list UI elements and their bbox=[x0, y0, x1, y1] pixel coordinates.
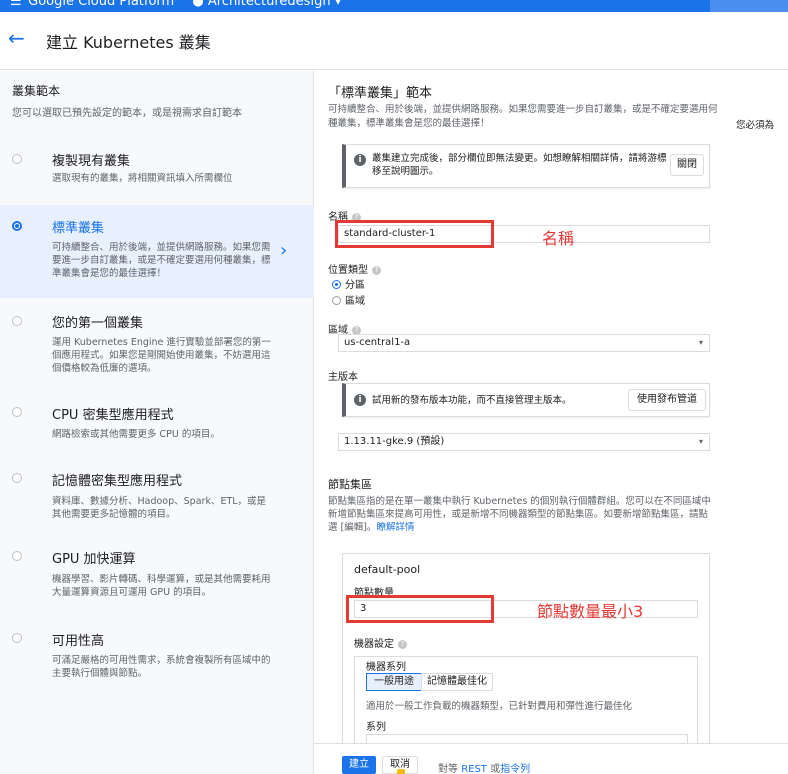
template-title: 您的第一個叢集 bbox=[52, 316, 144, 331]
chevron-right-icon[interactable]: › bbox=[280, 240, 287, 261]
node-pools-title: 節點集區 bbox=[328, 478, 372, 491]
command-line-link[interactable]: 指令列 bbox=[500, 764, 530, 774]
radio-button[interactable] bbox=[12, 551, 22, 561]
arrow-left-icon[interactable]: ← bbox=[8, 28, 25, 48]
notice-text: 叢集建立完成後，部分欄位即無法變更。如想瞭解相關詳情，請將游標移至說明圖示。 bbox=[372, 153, 667, 177]
form-description: 可持續整合、用於後端，並提供網路服務。如果您需要進一步自訂叢集，或是不確定要選用… bbox=[328, 104, 718, 129]
series-label: 系列 bbox=[366, 722, 386, 733]
close-notice-button[interactable]: 關閉 bbox=[670, 154, 704, 176]
top-app-bar: ☰ Google Cloud Platform ● Architecturede… bbox=[0, 0, 788, 12]
machine-config-label: 機器設定? bbox=[354, 635, 407, 650]
family-memory-optimized-tab[interactable]: 記憶體最佳化 bbox=[421, 673, 493, 691]
node-pools-description: 節點集區指的是在單一叢集中執行 Kubernetes 的個別執行個體群組。您可以… bbox=[328, 495, 714, 534]
family-general-purpose-tab[interactable]: 一般用途 bbox=[366, 673, 422, 691]
template-desc: 資料庫、數據分析、Hadoop、Spark、ETL，或是其他需要更多記憶體的項目… bbox=[52, 496, 267, 520]
template-first-cluster[interactable]: 您的第一個叢集 運用 Kubernetes Engine 進行實驗並部署您的第一… bbox=[0, 298, 314, 390]
template-desc: 網路檢索或其他需要更多 CPU 的項目。 bbox=[52, 429, 220, 440]
or-label: 或 bbox=[490, 764, 501, 774]
template-standard-cluster[interactable]: 標準叢集 可持續整合、用於後端，並提供網路服務。如果您需要進一步自訂叢集，或是不… bbox=[0, 205, 314, 298]
template-desc: 運用 Kubernetes Engine 進行實驗並部署您的第一個應用程式。如果… bbox=[52, 337, 271, 374]
rest-link[interactable]: REST bbox=[461, 764, 487, 774]
template-clone-cluster[interactable]: 複製現有叢集 選取現有的叢集，將相關資訊填入所需欄位 bbox=[0, 139, 314, 205]
template-gpu-accelerated[interactable]: GPU 加快運算 機器學習、影片轉碼、科學運算，或是其他需要耗用大量運算資源且可… bbox=[0, 536, 314, 620]
template-desc: 選取現有的叢集，將相關資訊填入所需欄位 bbox=[52, 173, 233, 184]
form-title: 「標準叢集」範本 bbox=[328, 86, 433, 101]
hamburger-menu-icon[interactable]: ☰ bbox=[10, 0, 24, 9]
template-desc: 可滿足嚴格的可用性需求，系統會複製所有區域中的主要執行個體與節點。 bbox=[52, 655, 271, 679]
template-desc: 機器學習、影片轉碼、科學運算，或是其他需要耗用大量運算資源且可運用 GPU 的項… bbox=[52, 574, 271, 598]
option-label: 區域 bbox=[345, 296, 365, 307]
zone-value: us-central1-a bbox=[344, 337, 411, 348]
radio-button-selected[interactable] bbox=[12, 221, 22, 231]
notice-text: 試用新的發布版本功能，而不直接管理主版本。 bbox=[372, 395, 572, 406]
side-panel-text: 您必須為 bbox=[736, 120, 775, 131]
help-icon[interactable]: ? bbox=[372, 266, 381, 275]
template-memory-intensive[interactable]: 記憶體密集型應用程式 資料庫、數據分析、Hadoop、Spark、ETL，或是其… bbox=[0, 460, 314, 536]
sidebar-title: 叢集範本 bbox=[12, 84, 61, 98]
template-title: 標準叢集 bbox=[52, 221, 105, 236]
pool-name: default-pool bbox=[354, 563, 421, 576]
template-title: 可用性高 bbox=[52, 634, 105, 649]
series-select[interactable] bbox=[366, 734, 688, 743]
annotation-box-node-count bbox=[346, 595, 494, 623]
annotation-box-name bbox=[335, 220, 494, 248]
release-channel-notice: i 試用新的發布版本功能，而不直接管理主版本。 使用發布管道 bbox=[342, 383, 710, 417]
equivalent-text: 對等 REST 或指令列 bbox=[438, 760, 530, 774]
radio-dot-selected[interactable] bbox=[332, 280, 341, 289]
learn-more-link[interactable]: 瞭解詳情 bbox=[376, 522, 414, 533]
location-type-label-text: 位置類型 bbox=[328, 265, 368, 276]
create-button[interactable]: 建立 bbox=[342, 756, 376, 774]
search-bar[interactable] bbox=[710, 0, 788, 12]
product-name[interactable]: Google Cloud Platform bbox=[28, 0, 174, 9]
annotation-name-note: 名稱 bbox=[542, 229, 575, 248]
zone-select[interactable]: us-central1-a ▾ bbox=[338, 334, 710, 352]
radio-button[interactable] bbox=[12, 154, 22, 164]
option-label: 分區 bbox=[345, 280, 365, 291]
template-title: 複製現有叢集 bbox=[52, 154, 131, 169]
template-cpu-intensive[interactable]: CPU 密集型應用程式 網路檢索或其他需要更多 CPU 的項目。 bbox=[0, 390, 314, 460]
location-type-regional[interactable]: 區域 bbox=[332, 292, 365, 307]
template-desc: 可持續整合、用於後端，並提供網路服務。如果您需要進一步自訂叢集，或是不確定要選用… bbox=[52, 242, 271, 279]
project-name: Architecturedesign bbox=[207, 0, 331, 9]
radio-button[interactable] bbox=[12, 407, 22, 417]
immutable-fields-notice: i 叢集建立完成後，部分欄位即無法變更。如想瞭解相關詳情，請將游標移至說明圖示。… bbox=[342, 144, 710, 188]
machine-config-label-text: 機器設定 bbox=[354, 639, 394, 650]
radio-button[interactable] bbox=[12, 473, 22, 483]
top-app-bar-content: ☰ Google Cloud Platform ● Architecturede… bbox=[10, 0, 341, 9]
info-icon: i bbox=[354, 154, 366, 166]
dropdown-caret-icon: ▾ bbox=[698, 437, 703, 446]
machine-family-description: 適用於一般工作負載的機器類型，已針對費用和彈性進行最佳化 bbox=[366, 701, 633, 712]
page-title: 建立 Kubernetes 叢集 bbox=[46, 33, 211, 52]
equiv-label: 對等 bbox=[438, 764, 458, 774]
template-title: 記憶體密集型應用程式 bbox=[52, 474, 183, 489]
location-type-label: 位置類型? bbox=[328, 261, 381, 276]
use-release-channel-button[interactable]: 使用發布管道 bbox=[628, 389, 706, 411]
master-version-select[interactable]: 1.13.11-gke.9 (預設) ▾ bbox=[338, 433, 710, 451]
template-sidebar: 叢集範本 您可以選取已預先設定的範本，或是視需求自訂範本 複製現有叢集 選取現有… bbox=[0, 71, 314, 774]
mouse-cursor bbox=[397, 769, 405, 774]
dropdown-caret-icon: ▾ bbox=[698, 338, 703, 347]
radio-button[interactable] bbox=[12, 633, 22, 643]
radio-dot[interactable] bbox=[332, 296, 341, 305]
template-high-availability[interactable]: 可用性高 可滿足嚴格的可用性需求，系統會複製所有區域中的主要執行個體與節點。 bbox=[0, 620, 314, 700]
template-title: CPU 密集型應用程式 bbox=[52, 408, 174, 423]
sidebar-subtitle: 您可以選取已預先設定的範本，或是視需求自訂範本 bbox=[12, 108, 242, 119]
annotation-node-note: 節點數量最小3 bbox=[537, 602, 644, 621]
location-type-zonal[interactable]: 分區 bbox=[332, 276, 365, 291]
info-icon: i bbox=[354, 394, 366, 406]
master-version-label: 主版本 bbox=[328, 372, 358, 383]
help-icon[interactable]: ? bbox=[398, 640, 407, 649]
machine-family-label: 機器系列 bbox=[366, 662, 406, 673]
template-title: GPU 加快運算 bbox=[52, 552, 136, 567]
version-value: 1.13.11-gke.9 (預設) bbox=[344, 436, 445, 447]
project-selector[interactable]: ● Architecturedesign ▾ bbox=[192, 0, 341, 9]
radio-button[interactable] bbox=[12, 316, 22, 326]
page-header: ← 建立 Kubernetes 叢集 bbox=[0, 12, 788, 70]
